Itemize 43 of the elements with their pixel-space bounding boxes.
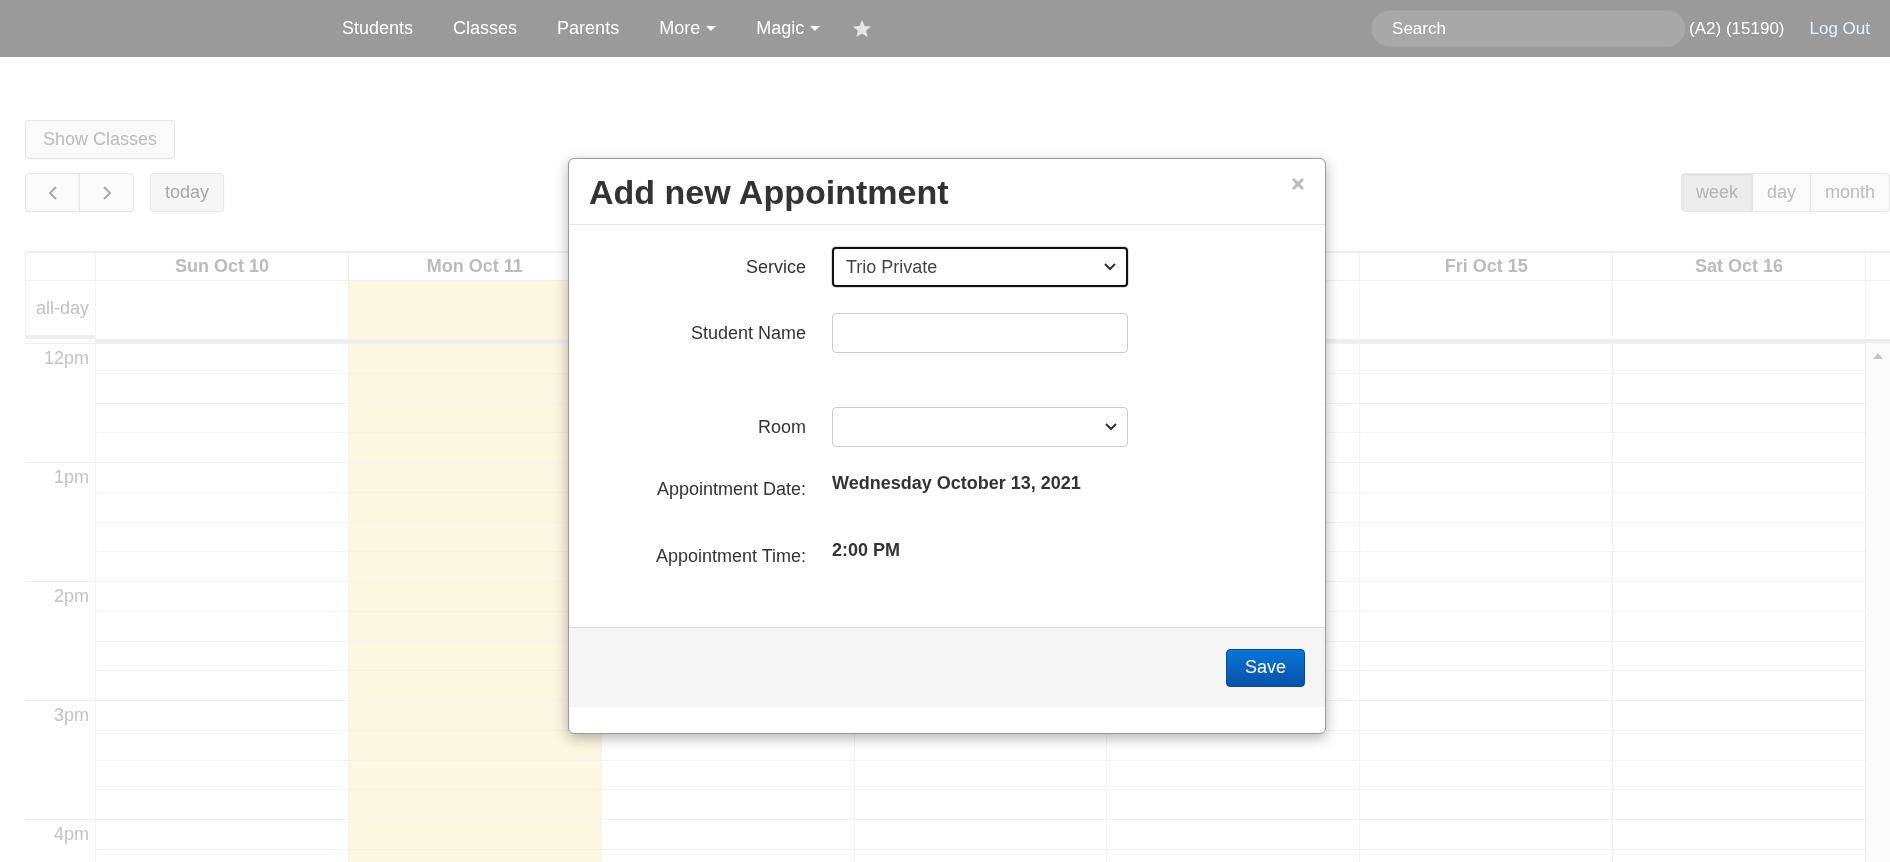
nav-link[interactable]: Students — [322, 18, 434, 39]
nav-link[interactable]: More — [639, 18, 737, 39]
time-label: 1pm — [54, 467, 89, 487]
chevron-right-icon — [100, 184, 113, 201]
logout-link[interactable]: Log Out — [1789, 18, 1890, 39]
day-header: Sun Oct 10 — [95, 253, 348, 281]
save-button[interactable]: Save — [1226, 648, 1305, 687]
scroll-up-icon — [1873, 353, 1883, 359]
select-field[interactable]: Trio Private — [832, 247, 1128, 287]
chevron-left-icon — [46, 184, 59, 201]
day-header: Fri Oct 15 — [1359, 253, 1613, 281]
day-header: Sat Oct 16 — [1612, 253, 1865, 281]
chevron-down-icon — [1105, 423, 1117, 431]
modal-title: Add new Appointment — [589, 172, 949, 213]
previous-button[interactable] — [25, 173, 80, 212]
field-label: Student Name — [689, 322, 806, 344]
field-label: Appointment Date: — [655, 478, 806, 500]
scrollbar[interactable] — [1865, 343, 1890, 862]
field-label: Room — [757, 416, 806, 438]
close-icon — [1291, 177, 1305, 191]
time-label: 4pm — [54, 824, 89, 844]
user-info: (A2) (15190) — [1689, 18, 1785, 39]
view-tab[interactable]: month — [1809, 173, 1890, 212]
field-value: 2:00 PM — [832, 540, 902, 561]
close-button[interactable] — [1291, 177, 1305, 191]
field-label: Service — [744, 256, 806, 278]
field-value: Wednesday October 13, 2021 — [832, 473, 1082, 494]
time-label: 3pm — [54, 705, 89, 725]
view-tab[interactable]: day — [1751, 173, 1811, 212]
star-icon[interactable] — [852, 18, 873, 39]
field-label: Appointment Time: — [654, 545, 806, 567]
next-button[interactable] — [79, 173, 134, 212]
all-day-label: all-day — [25, 281, 95, 339]
chevron-down-icon — [1104, 263, 1116, 271]
time-label: 2pm — [54, 586, 89, 606]
student-name-field[interactable] — [832, 313, 1128, 353]
select-field[interactable] — [832, 407, 1128, 447]
nav-link[interactable]: Classes — [433, 18, 538, 39]
show-classes-button[interactable]: Show Classes — [25, 120, 176, 159]
nav-link[interactable]: Parents — [537, 18, 640, 39]
search-field[interactable]: Search — [1371, 10, 1687, 47]
nav-link[interactable]: Magic — [736, 18, 841, 39]
time-label: 12pm — [43, 348, 89, 368]
